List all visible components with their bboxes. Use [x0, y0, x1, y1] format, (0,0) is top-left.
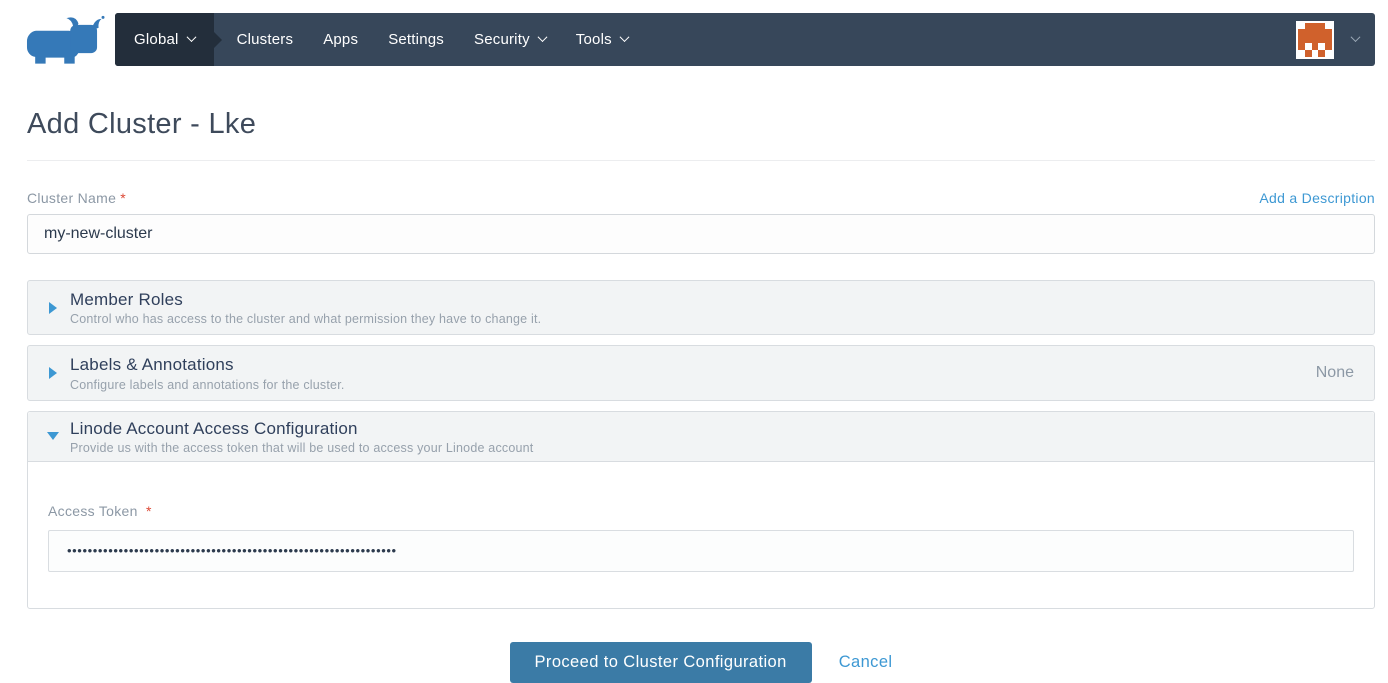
- nav-item-security[interactable]: Security: [459, 13, 561, 66]
- required-asterisk: *: [145, 502, 152, 519]
- chevron-down-icon: [619, 31, 630, 42]
- chevron-down-icon[interactable]: [1350, 31, 1361, 42]
- identicon-cell: [1298, 29, 1305, 37]
- member-roles-title: Member Roles: [70, 290, 183, 309]
- cluster-name-row: Cluster Name * Add a Description: [27, 190, 1375, 206]
- page-content: Add Cluster - Lke Cluster Name * Add a De…: [0, 108, 1388, 683]
- labels-annotations-title: Labels & Annotations: [70, 355, 234, 375]
- linode-access-title: Linode Account Access Configuration: [70, 418, 358, 438]
- identicon-cell: [1298, 49, 1305, 57]
- cancel-link[interactable]: Cancel: [839, 653, 893, 672]
- identicon-cell: [1298, 36, 1305, 43]
- identicon-cell: [1311, 29, 1319, 37]
- identicon-cell: [1298, 42, 1305, 50]
- add-description-link[interactable]: Add a Description: [1259, 190, 1375, 206]
- nav-item-apps-label: Apps: [323, 31, 359, 48]
- linode-access-body: Access Token *: [28, 461, 1374, 608]
- identicon-cell: [1318, 22, 1326, 30]
- linode-access-accordion[interactable]: Linode Account Access Configuration Prov…: [28, 411, 1374, 462]
- identicon-cell: [1325, 22, 1332, 30]
- nav-item-settings-label: Settings: [388, 31, 444, 48]
- app-header: Global Clusters Apps Settings Security T…: [0, 0, 1388, 80]
- proceed-button[interactable]: Proceed to Cluster Configuration: [509, 641, 812, 683]
- active-item-tail: [213, 31, 222, 48]
- nav-item-security-label: Security: [474, 31, 530, 48]
- identicon-cell: [1311, 22, 1319, 30]
- cluster-name-label: Cluster Name *: [27, 190, 126, 206]
- identicon-cell: [1318, 36, 1326, 43]
- page-title: Add Cluster - Lke: [27, 108, 257, 140]
- expand-arrow-icon: [49, 366, 57, 379]
- chevron-down-icon: [537, 31, 548, 42]
- identicon-cell: [1311, 42, 1319, 50]
- access-token-label-text: Access Token: [48, 502, 138, 519]
- top-navbar: Global Clusters Apps Settings Security T…: [115, 13, 1375, 66]
- member-roles-text: Member Roles Control who has access to t…: [70, 289, 541, 326]
- user-avatar-identicon[interactable]: [1296, 20, 1334, 59]
- cluster-name-input[interactable]: [27, 214, 1375, 254]
- nav-item-clusters[interactable]: Clusters: [222, 13, 309, 66]
- linode-access-text: Linode Account Access Configuration Prov…: [70, 418, 533, 455]
- linode-access-section: Linode Account Access Configuration Prov…: [27, 410, 1375, 609]
- rancher-cow-icon: [24, 15, 106, 71]
- labels-annotations-text: Labels & Annotations Configure labels an…: [70, 354, 345, 391]
- identicon-cell: [1325, 29, 1332, 37]
- identicon-cell: [1325, 42, 1332, 50]
- chevron-down-icon: [186, 31, 197, 42]
- identicon-cell: [1304, 36, 1312, 43]
- identicon-cell: [1325, 36, 1332, 43]
- nav-item-settings[interactable]: Settings: [373, 13, 459, 66]
- identicon-cell: [1325, 49, 1332, 57]
- member-roles-subtitle: Control who has access to the cluster an…: [70, 312, 542, 327]
- identicon-cell: [1304, 22, 1312, 30]
- user-menu: [1296, 13, 1375, 66]
- required-asterisk: *: [120, 190, 126, 206]
- identicon-cell: [1311, 49, 1319, 57]
- rancher-logo[interactable]: [24, 11, 106, 67]
- identicon-cell: [1318, 29, 1326, 37]
- nav-item-global[interactable]: Global: [115, 13, 214, 66]
- identicon-cell: [1304, 49, 1312, 57]
- nav-item-tools-label: Tools: [575, 31, 612, 48]
- labels-annotations-accordion[interactable]: Labels & Annotations Configure labels an…: [27, 345, 1375, 401]
- identicon-cell: [1304, 42, 1312, 50]
- form-actions: Proceed to Cluster Configuration Cancel: [27, 641, 1375, 683]
- nav-item-global-label: Global: [134, 31, 179, 48]
- linode-access-subtitle: Provide us with the access token that wi…: [70, 440, 534, 455]
- identicon-cell: [1298, 22, 1305, 30]
- nav-item-apps[interactable]: Apps: [308, 13, 373, 66]
- title-divider: [27, 160, 1375, 161]
- access-token-input[interactable]: [48, 529, 1354, 572]
- expand-arrow-icon: [49, 301, 57, 314]
- access-token-label: Access Token *: [48, 503, 152, 519]
- nav-item-clusters-label: Clusters: [236, 31, 294, 48]
- identicon-cell: [1304, 29, 1312, 37]
- labels-annotations-subtitle: Configure labels and annotations for the…: [70, 377, 345, 392]
- cluster-name-label-text: Cluster Name: [27, 190, 117, 206]
- member-roles-accordion[interactable]: Member Roles Control who has access to t…: [27, 280, 1375, 336]
- identicon-cell: [1311, 36, 1319, 43]
- labels-annotations-value: None: [1315, 363, 1354, 381]
- identicon-cell: [1318, 49, 1326, 57]
- nav-item-tools[interactable]: Tools: [561, 13, 643, 66]
- identicon-cell: [1318, 42, 1326, 50]
- collapse-arrow-icon: [47, 432, 59, 441]
